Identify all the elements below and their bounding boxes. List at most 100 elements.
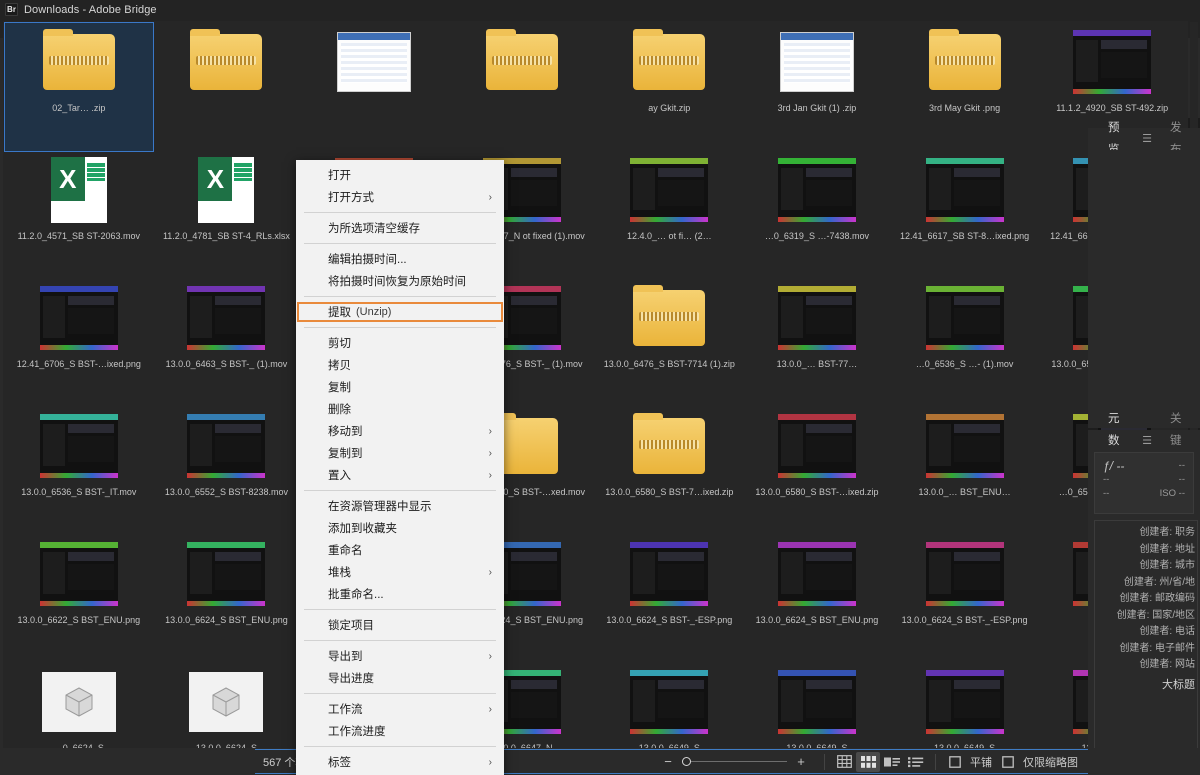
context-menu-item-21[interactable]: 堆栈 › <box>296 561 504 583</box>
thumbnail-cell[interactable]: X 11.2.0_4571_SB ST-2063.mov <box>5 151 153 279</box>
tile-checkbox[interactable] <box>943 752 967 772</box>
thumbnail-cell[interactable]: 13.0.0_6624_S BST_ENU.png <box>153 535 301 663</box>
thumbnail-cell[interactable]: 13.0.0_6580_S BST-7…ixed.zip <box>596 407 744 535</box>
details-view-icon[interactable] <box>880 752 904 772</box>
thumbnail-image <box>153 538 301 610</box>
zoom-slider-knob[interactable] <box>682 757 691 766</box>
thumbnail-image <box>5 282 153 354</box>
thumbnail-cell[interactable]: …0_6319_S …-7438.mov <box>743 151 891 279</box>
context-menu-item-label: 复制到 <box>328 448 363 460</box>
list-view-icon[interactable] <box>904 752 928 772</box>
thumbnail-cell[interactable]: 13.0.0_6476_S BST-7714 (1).zip <box>596 279 744 407</box>
hamburger-icon[interactable]: ☰ <box>1138 430 1156 452</box>
thumbnail-caption: 13.0.0_6622_S BST_ENU.png <box>17 615 141 625</box>
context-menu-item-13[interactable]: 删除 <box>296 398 504 420</box>
context-menu-item-27[interactable]: 导出进度 <box>296 667 504 689</box>
context-menu-item-label: 复制 <box>328 382 351 394</box>
metadata-row-2: 创建者: 城市 <box>1139 560 1195 571</box>
thumbnail-image <box>891 666 1039 738</box>
window-title: Downloads - Adobe Bridge <box>24 3 157 16</box>
context-menu-item-label: 工作流 <box>328 704 363 716</box>
chevron-right-icon: › <box>488 650 492 662</box>
thumbnail-cell[interactable]: 13.0.0_6536_S BST-_IT.mov <box>5 407 153 535</box>
thumbnail-cell[interactable]: 13.0.0_6622_S BST_ENU.png <box>5 535 153 663</box>
context-menu-item-14[interactable]: 移动到 › <box>296 420 504 442</box>
context-menu-item-5[interactable]: 编辑拍摄时间... <box>296 248 504 270</box>
context-menu-item-label: 添加到收藏夹 <box>328 523 397 535</box>
thumbnail-cell[interactable]: 12.4.0_… ot fi… (2… <box>596 151 744 279</box>
chevron-right-icon: › <box>488 756 492 768</box>
context-menu-item-26[interactable]: 导出到 › <box>296 645 504 667</box>
context-menu-item-1[interactable]: 打开方式 › <box>296 186 504 208</box>
grid-view-icon[interactable] <box>832 752 856 772</box>
context-menu-item-3[interactable]: 为所选项清空缓存 <box>296 217 504 239</box>
context-menu-item-12[interactable]: 复制 <box>296 376 504 398</box>
thumbnail-cell[interactable] <box>300 23 448 151</box>
context-menu-item-0[interactable]: 打开 <box>296 164 504 186</box>
context-menu-item-8[interactable]: 提取 (Unzip) <box>296 301 504 323</box>
context-menu-item-label: 批重命名... <box>328 589 384 601</box>
thumbnail-image <box>1038 26 1186 98</box>
metadata-summary-left: -- <box>1103 474 1110 485</box>
thumbnail-only-label: 仅限缩略图 <box>1023 756 1078 769</box>
thumbnail-image <box>153 410 301 482</box>
thumbnail-cell[interactable]: 3rd Jan Gkit (1) .zip <box>743 23 891 151</box>
zoom-slider-track[interactable] <box>682 757 787 766</box>
zoom-out-button[interactable]: − <box>662 754 674 769</box>
context-menu-item-32[interactable]: 标签 › <box>296 751 504 773</box>
context-menu-item-18[interactable]: 在资源管理器中显示 <box>296 495 504 517</box>
thumbnail-cell[interactable]: 13.0.0_6580_S BST-…ixed.zip <box>743 407 891 535</box>
thumbnail-view-icon[interactable] <box>856 751 880 772</box>
thumbnail-image <box>153 666 301 738</box>
context-menu-item-29[interactable]: 工作流 › <box>296 698 504 720</box>
thumbnail-cell[interactable]: 13.0.0_… BST-77… <box>743 279 891 407</box>
metadata-summary-row-2: -- ISO -- <box>1103 487 1185 501</box>
context-menu-item-11[interactable]: 拷贝 <box>296 354 504 376</box>
thumbnail-cell[interactable]: 13.0.0_6624_S BST_ENU.png <box>743 535 891 663</box>
thumbnail-caption: 12.4.0_… ot fi… (2… <box>627 231 712 241</box>
zoom-in-button[interactable]: + <box>795 754 807 769</box>
thumbnail-only-checkbox[interactable] <box>996 752 1020 772</box>
context-menu-item-6[interactable]: 将拍摄时间恢复为原始时间 <box>296 270 504 292</box>
context-menu-item-label: 导出进度 <box>328 673 374 685</box>
context-menu-item-label: 导出到 <box>328 651 363 663</box>
thumbnail-image <box>153 282 301 354</box>
preview-panel: 预览☰发布 <box>1088 122 1200 428</box>
context-menu-item-16[interactable]: 置入 › <box>296 464 504 486</box>
thumbnail-cell[interactable]: 13.0.0_… BST_ENU… <box>891 407 1039 535</box>
thumbnail-cell[interactable]: 13.0.0_6552_S BST-8238.mov <box>153 407 301 535</box>
thumbnail-cell[interactable]: X 11.2.0_4781_SB ST-4_RLs.xlsx <box>153 151 301 279</box>
context-menu-item-label: 剪切 <box>328 338 351 350</box>
context-menu-item-30[interactable]: 工作流进度 <box>296 720 504 742</box>
context-menu-separator <box>304 640 496 641</box>
context-menu-separator <box>304 609 496 610</box>
context-menu-item-label: 在资源管理器中显示 <box>328 501 432 513</box>
context-menu-separator <box>304 296 496 297</box>
context-menu-item-15[interactable]: 复制到 › <box>296 442 504 464</box>
thumbnail-image <box>743 282 891 354</box>
thumbnail-cell[interactable]: 12.41_6706_S BST-…ixed.png <box>5 279 153 407</box>
thumbnail-cell[interactable]: 13.0.0_6624_S BST-_-ESP.png <box>891 535 1039 663</box>
thumbnail-cell[interactable]: 12.41_6617_SB ST-8…ixed.png <box>891 151 1039 279</box>
thumbnail-cell[interactable] <box>153 23 301 151</box>
thumbnail-image <box>5 26 153 98</box>
context-menu-item-24[interactable]: 锁定项目 <box>296 614 504 636</box>
thumbnail-cell[interactable] <box>448 23 596 151</box>
thumbnail-cell[interactable]: 13.0.0_6463_S BST-_ (1).mov <box>153 279 301 407</box>
context-menu-item-10[interactable]: 剪切 <box>296 332 504 354</box>
thumbnail-cell[interactable]: 02_Tar… .zip <box>4 22 154 152</box>
thumbnail-caption: 13.0.0_6552_S BST-8238.mov <box>164 487 288 497</box>
metadata-rows: 创建者: 职务 创建者: 地址 创建者: 城市 创建者: 州/省/地 创建者: 邮政编码… <box>1094 520 1198 753</box>
context-menu-item-22[interactable]: 批重命名... <box>296 583 504 605</box>
context-menu-item-19[interactable]: 添加到收藏夹 <box>296 517 504 539</box>
thumbnail-cell[interactable]: ay Gkit.zip <box>596 23 744 151</box>
context-menu-separator <box>304 490 496 491</box>
hamburger-icon[interactable]: ☰ <box>1138 128 1156 150</box>
thumbnail-cell[interactable]: 13.0.0_6624_S BST-_-ESP.png <box>596 535 744 663</box>
thumbnail-cell[interactable]: …0_6536_S …- (1).mov <box>891 279 1039 407</box>
thumbnail-cell[interactable]: 3rd May Gkit .png <box>891 23 1039 151</box>
thumbnail-caption: …0_6319_S …-7438.mov <box>764 231 869 241</box>
chevron-right-icon: › <box>488 469 492 481</box>
context-menu-item-20[interactable]: 重命名 <box>296 539 504 561</box>
thumbnail-caption <box>153 98 301 103</box>
